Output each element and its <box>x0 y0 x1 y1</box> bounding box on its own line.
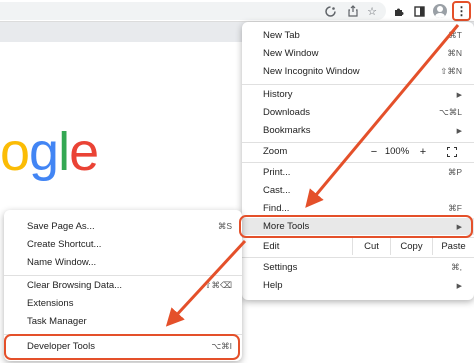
menu-item-bookmarks[interactable]: Bookmarks ▶ <box>242 122 474 139</box>
menu-item-label: New Window <box>263 48 319 59</box>
profile-icon[interactable] <box>433 4 447 18</box>
menu-item-label: Zoom <box>263 146 288 157</box>
menu-item-zoom: Zoom − 100% + <box>242 143 474 160</box>
menu-item-task-manager[interactable]: Task Manager <box>4 313 242 330</box>
menu-item-shortcut: ⌥⌘I <box>211 341 232 351</box>
menu-item-shortcut: ⇧⌘N <box>440 66 462 76</box>
menu-item-label: Clear Browsing Data... <box>27 280 123 291</box>
menu-item-label: Bookmarks <box>263 125 311 136</box>
zoom-in-button[interactable]: + <box>413 146 433 158</box>
menu-item-label: Print... <box>263 167 291 178</box>
menu-item-shortcut: ⌘N <box>447 48 462 58</box>
menu-divider <box>4 275 242 276</box>
menu-item-create-shortcut[interactable]: Create Shortcut... <box>4 236 242 253</box>
menu-item-extensions[interactable]: Extensions <box>4 295 242 312</box>
menu-item-label: Settings <box>263 262 298 273</box>
menu-item-label: Cast... <box>263 185 291 196</box>
menu-item-label: Help <box>263 280 283 291</box>
menu-item-label: Developer Tools <box>27 341 95 352</box>
more-tools-submenu: Save Page As... ⌘S Create Shortcut... Na… <box>4 210 242 361</box>
submenu-arrow-icon: ▶ <box>456 91 462 99</box>
menu-item-label: New Tab <box>263 30 300 41</box>
menu-item-help[interactable]: Help ▶ <box>242 277 474 294</box>
menu-item-new-window[interactable]: New Window ⌘N <box>242 45 474 62</box>
menu-item-label: Downloads <box>263 107 310 118</box>
menu-item-settings[interactable]: Settings ⌘, <box>242 259 474 276</box>
fullscreen-icon[interactable] <box>447 146 457 157</box>
copy-button[interactable]: Copy <box>390 238 432 255</box>
star-icon[interactable]: ☆ <box>364 3 380 19</box>
menu-item-more-tools[interactable]: More Tools ▶ <box>242 218 474 235</box>
logo-letter: g <box>29 122 59 182</box>
menu-item-save-page-as[interactable]: Save Page As... ⌘S <box>4 218 242 235</box>
menu-item-history[interactable]: History ▶ <box>242 86 474 103</box>
menu-divider <box>242 84 474 85</box>
submenu-arrow-icon: ▶ <box>456 223 462 231</box>
paste-button[interactable]: Paste <box>432 238 474 255</box>
menu-divider <box>242 162 474 163</box>
logo-letter: o <box>0 122 30 182</box>
menu-item-print[interactable]: Print... ⌘P <box>242 164 474 181</box>
cut-button[interactable]: Cut <box>352 238 390 255</box>
menu-item-label: Create Shortcut... <box>27 239 102 250</box>
menu-item-label: Find... <box>263 203 290 214</box>
menu-item-clear-browsing-data[interactable]: Clear Browsing Data... ⇧⌘⌫ <box>4 277 242 294</box>
extensions-icon[interactable] <box>391 3 407 19</box>
google-lens-icon[interactable] <box>322 3 338 19</box>
menu-item-shortcut: ⇧⌘⌫ <box>204 280 232 290</box>
menu-item-label: Save Page As... <box>27 221 95 232</box>
menu-item-shortcut: ⌥⌘L <box>438 107 462 117</box>
menu-item-shortcut: ⌘F <box>448 203 462 213</box>
menu-item-new-incognito-window[interactable]: New Incognito Window ⇧⌘N <box>242 63 474 80</box>
menu-item-developer-tools[interactable]: Developer Tools ⌥⌘I <box>4 338 242 355</box>
menu-item-label: Edit <box>263 241 280 252</box>
menu-divider <box>242 257 474 258</box>
menu-item-cast[interactable]: Cast... <box>242 182 474 199</box>
menu-item-label: Task Manager <box>27 316 87 327</box>
submenu-arrow-icon: ▶ <box>456 282 462 290</box>
menu-item-label: Name Window... <box>27 257 97 268</box>
menu-item-shortcut: ⌘S <box>217 221 232 231</box>
menu-item-label: New Incognito Window <box>263 66 360 77</box>
menu-item-shortcut: ⌘, <box>451 262 462 272</box>
side-panel-icon[interactable] <box>411 3 427 19</box>
menu-item-new-tab[interactable]: New Tab ⌘T <box>242 27 474 44</box>
menu-divider <box>4 334 242 335</box>
google-logo: ogle <box>0 122 99 182</box>
chrome-main-menu: New Tab ⌘T New Window ⌘N New Incognito W… <box>242 22 474 300</box>
menu-item-downloads[interactable]: Downloads ⌥⌘L <box>242 104 474 121</box>
menu-item-label: Extensions <box>27 298 74 309</box>
menu-item-edit: Edit Cut Copy Paste <box>242 238 474 255</box>
zoom-level: 100% <box>384 146 410 157</box>
submenu-arrow-icon: ▶ <box>456 127 462 135</box>
menu-item-shortcut: ⌘T <box>448 30 462 40</box>
menu-item-label: History <box>263 89 293 100</box>
logo-letter: l <box>58 122 70 182</box>
browser-toolbar: ☆ ⋮ <box>0 0 474 22</box>
menu-item-shortcut: ⌘P <box>447 167 462 177</box>
more-menu-icon[interactable]: ⋮ <box>452 1 471 21</box>
menu-item-label: More Tools <box>263 221 310 232</box>
menu-item-find[interactable]: Find... ⌘F <box>242 200 474 217</box>
logo-letter: e <box>69 122 99 182</box>
share-icon[interactable] <box>345 3 361 19</box>
menu-item-name-window[interactable]: Name Window... <box>4 254 242 271</box>
